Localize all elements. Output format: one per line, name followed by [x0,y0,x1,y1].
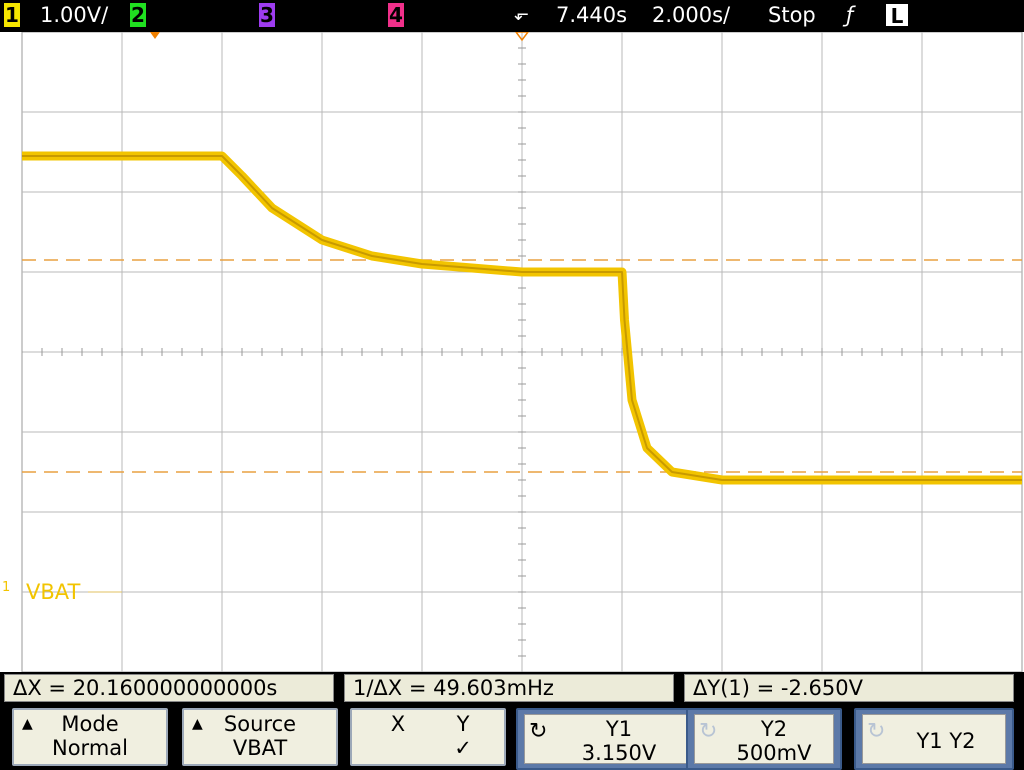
y2-softkey[interactable]: ↻ Y2 500mV [686,708,842,770]
softkey-bar: ▲ Mode Normal ▲ Source VBAT X Y ✓ ↻ Y1 3… [0,704,1024,770]
waveform-display: 1 VBAT [0,32,1024,672]
y1y2-softkey[interactable]: ↻ Y1 Y2 [854,708,1014,770]
check-icon: ✓ [454,736,472,760]
delta-x-readout: ΔX = 20.160000000000s [4,674,334,702]
y2-value: 500mV [736,741,812,765]
timebase-scale: 2.000s/ [652,3,731,27]
y1y2-label: Y1 Y2 [916,729,976,753]
y1-label: Y1 [605,717,633,741]
trigger-position-icon: ⬐ [514,4,530,25]
y1-value: 3.150V [581,741,657,765]
cursor-measurements: ΔX = 20.160000000000s 1/ΔX = 49.603mHz Δ… [0,672,1024,704]
channel-1-badge[interactable]: 1 [4,3,20,27]
run-state: Stop [768,3,816,27]
rotate-knob-icon: ↻ [867,719,886,744]
channel-3-badge[interactable]: 3 [259,3,275,27]
channel-2-badge[interactable]: 2 [130,3,146,27]
source-value: VBAT [232,736,288,760]
mode-softkey[interactable]: ▲ Mode Normal [12,708,168,766]
status-bar: 1 1.00V/ 2 3 4 ⬐ 7.440s 2.000s/ Stop ƒ L [0,0,1024,32]
y-label: Y [456,712,470,736]
y1-softkey[interactable]: ↻ Y1 3.150V [516,708,702,770]
waveform-graticule [21,32,1023,672]
channel-1-scale: 1.00V/ [40,3,109,27]
mode-label: Mode [61,712,119,736]
channel-4-badge[interactable]: 4 [388,3,404,27]
y2-label: Y2 [760,717,788,741]
mode-value: Normal [52,736,128,760]
channel-label: VBAT [26,580,81,604]
trigger-time: 7.440s [556,3,628,27]
trigger-slope-icon: ƒ [846,3,854,27]
inverse-delta-x-readout: 1/ΔX = 49.603mHz [344,674,674,702]
xy-softkey[interactable]: X Y ✓ [350,708,506,766]
trigger-mode-badge: L [885,3,909,28]
ground-marker-icon: 1 [2,580,11,595]
delta-y-readout: ΔY(1) = -2.650V [684,674,1014,702]
